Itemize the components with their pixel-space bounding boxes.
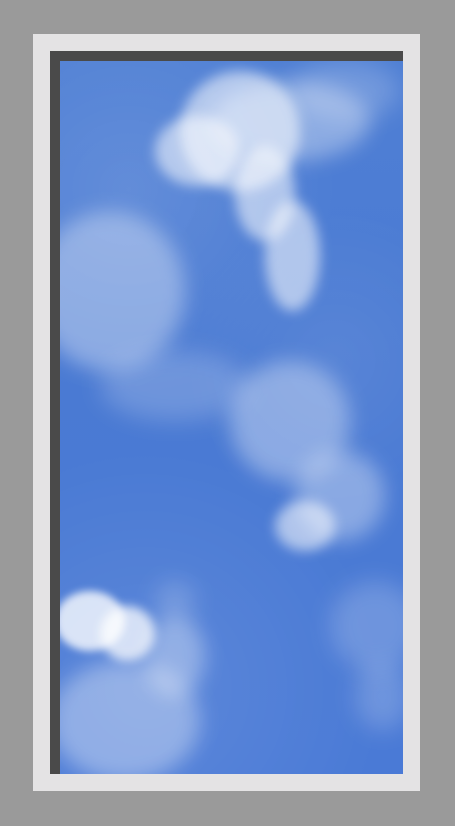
photo-mat xyxy=(50,51,403,774)
sky-veil xyxy=(60,61,403,774)
photo-frame xyxy=(33,34,420,791)
sky-photo xyxy=(60,61,403,774)
